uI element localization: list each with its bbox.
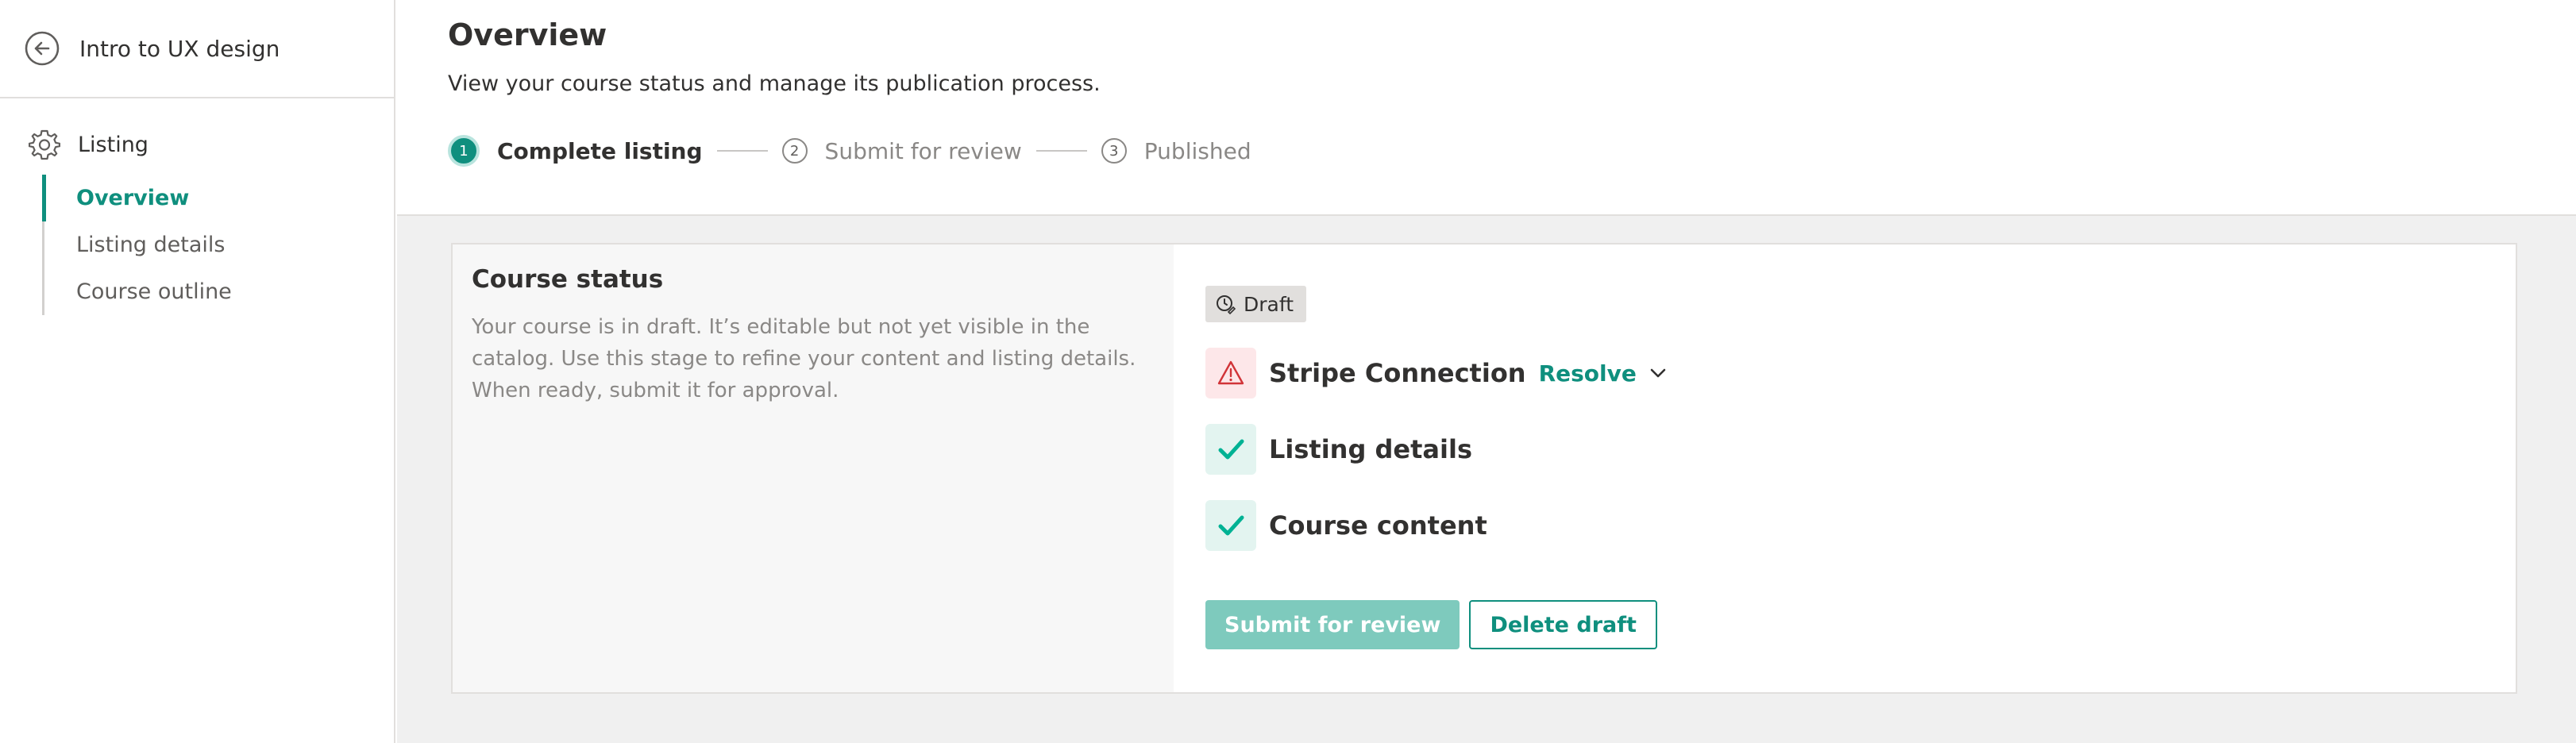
page-title: Overview [448, 17, 607, 52]
check-icon [1205, 500, 1256, 551]
chevron-down-icon[interactable] [1648, 363, 1668, 383]
back-button[interactable] [24, 30, 60, 67]
sidebar-item-listing-details[interactable]: Listing details [44, 221, 376, 268]
main-content: Overview View your course status and man… [397, 0, 2576, 743]
course-title: Intro to UX design [79, 35, 280, 62]
clock-edit-icon [1215, 294, 1236, 314]
arrow-left-circle-icon [25, 31, 60, 66]
warning-icon [1205, 348, 1256, 398]
checklist-item-label: Course content [1269, 510, 1487, 541]
course-status-description: Your course is in draft. It’s editable b… [472, 315, 1136, 402]
course-status-title: Course status [472, 265, 664, 294]
page-subtitle: View your course status and manage its p… [448, 71, 1101, 96]
check-icon [1205, 424, 1256, 475]
card-actions: Submit for review Delete draft [1205, 600, 1657, 649]
submit-for-review-button[interactable]: Submit for review [1205, 600, 1460, 649]
step-connector [716, 150, 768, 152]
course-status-card: Course status Your course is in draft. I… [451, 243, 2517, 694]
step-label: Submit for review [824, 137, 1022, 164]
step-label: Complete listing [497, 137, 703, 164]
course-status-checklist: Draft Stripe Connection Resolve Listing … [1174, 244, 2516, 692]
status-badge: Draft [1205, 286, 1307, 322]
sidebar-section-label: Listing [78, 132, 148, 157]
resolve-link[interactable]: Resolve [1539, 360, 1637, 387]
checklist-item-listing-details: Listing details [1205, 424, 2484, 475]
step-number: 2 [781, 138, 808, 164]
step-number: 3 [1101, 138, 1127, 164]
publication-stepper: 1 Complete listing 2 Submit for review 3… [448, 131, 2576, 171]
sidebar-section-listing[interactable]: Listing [0, 122, 394, 167]
sidebar-item-course-outline[interactable]: Course outline [44, 268, 376, 315]
page-header: Overview View your course status and man… [397, 0, 2576, 216]
sidebar-header: Intro to UX design [0, 0, 394, 98]
step-published: 3 Published [1101, 138, 1251, 164]
step-number: 1 [448, 135, 480, 167]
step-label: Published [1143, 137, 1251, 164]
sidebar: Intro to UX design Listing Overview List… [0, 0, 395, 743]
sidebar-nav: Overview Listing details Course outline [42, 175, 376, 315]
checklist-item-label: Listing details [1269, 434, 1472, 464]
step-submit-for-review: 2 Submit for review [781, 137, 1022, 164]
delete-draft-button[interactable]: Delete draft [1469, 600, 1657, 649]
checklist-item-stripe: Stripe Connection Resolve [1205, 348, 2484, 398]
course-status-info: Course status Your course is in draft. I… [453, 244, 1174, 692]
sidebar-item-overview[interactable]: Overview [42, 175, 376, 221]
checklist-item-label: Stripe Connection [1269, 358, 1526, 388]
status-badge-label: Draft [1244, 292, 1294, 316]
gear-icon [29, 129, 60, 160]
step-complete-listing: 1 Complete listing [448, 135, 703, 167]
checklist-item-course-content: Course content [1205, 500, 2484, 551]
step-connector [1035, 150, 1087, 152]
